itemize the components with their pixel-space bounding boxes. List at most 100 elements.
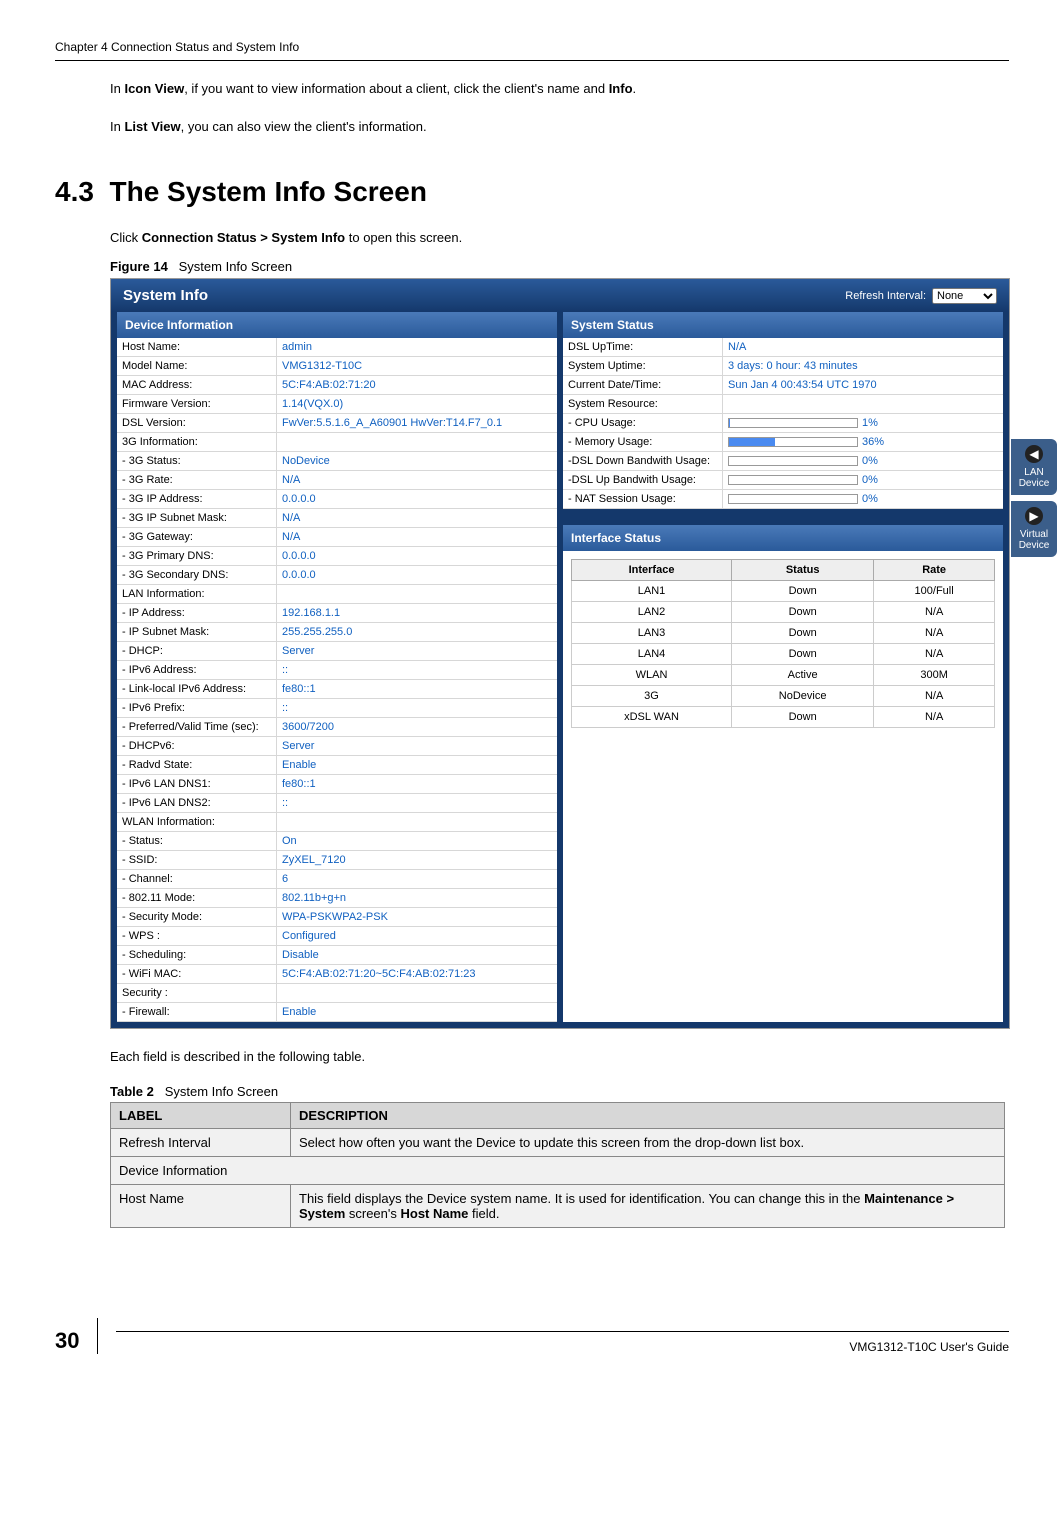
info-row: Model Name:VMG1312-T10C (117, 357, 557, 376)
info-value: 5C:F4:AB:02:71:20~5C:F4:AB:02:71:23 (277, 965, 557, 983)
info-label: - 802.11 Mode: (117, 889, 277, 907)
info-value (277, 585, 557, 603)
table-cell: Down (732, 581, 874, 602)
usage-bar (728, 437, 858, 447)
usage-pct: 0% (862, 455, 878, 467)
system-status-header: System Status (563, 312, 1003, 338)
info-row: LAN Information: (117, 585, 557, 604)
bold: Info (609, 81, 633, 96)
text: . (633, 81, 637, 96)
info-label: - 3G IP Subnet Mask: (117, 509, 277, 527)
info-value: 0.0.0.0 (277, 490, 557, 508)
usage-bar-fill (729, 438, 775, 446)
info-value: Server (277, 737, 557, 755)
device-info-column: Device Information Host Name:adminModel … (117, 312, 557, 1022)
info-row: - 3G Status:NoDevice (117, 452, 557, 471)
label-cell: Host Name (111, 1185, 291, 1228)
info-label: - 3G Gateway: (117, 528, 277, 546)
text: In (110, 119, 124, 134)
tab-lan-device[interactable]: ◀LAN Device (1011, 439, 1057, 495)
callout: Click Connection Status > System Info to… (110, 230, 1009, 245)
tab-virtual-device[interactable]: ▶Virtual Device (1011, 501, 1057, 557)
panel-gap (563, 509, 1003, 525)
info-label: - IPv6 LAN DNS2: (117, 794, 277, 812)
info-value: Sun Jan 4 00:43:54 UTC 1970 (723, 376, 1003, 394)
info-value: :: (277, 699, 557, 717)
text: screen's (345, 1206, 400, 1221)
paragraph-list-view: In List View, you can also view the clie… (110, 117, 1009, 137)
info-value: Configured (277, 927, 557, 945)
info-row: - NAT Session Usage:0% (563, 490, 1003, 509)
table-row: 3GNoDeviceN/A (572, 686, 995, 707)
refresh-interval-select[interactable]: None (932, 288, 997, 304)
table-row: Host Name This field displays the Device… (111, 1185, 1005, 1228)
page-number: 30 (55, 1318, 98, 1354)
usage-pct: 36% (862, 436, 884, 448)
desc-cell: Select how often you want the Device to … (291, 1129, 1005, 1157)
figure-number: Figure 14 (110, 259, 168, 274)
info-value: 6 (277, 870, 557, 888)
col-label: LABEL (111, 1103, 291, 1129)
info-row: - IPv6 LAN DNS2::: (117, 794, 557, 813)
refresh-interval-control: Refresh Interval: None (845, 288, 997, 304)
text: In (110, 81, 124, 96)
info-value: :: (277, 794, 557, 812)
info-row: - Radvd State:Enable (117, 756, 557, 775)
usage-bar-fill (729, 419, 730, 427)
table-cell: N/A (874, 602, 995, 623)
info-label: - DHCP: (117, 642, 277, 660)
info-row: - IPv6 LAN DNS1:fe80::1 (117, 775, 557, 794)
info-label: -DSL Up Bandwith Usage: (563, 471, 723, 489)
info-label: - Scheduling: (117, 946, 277, 964)
info-row: - Scheduling:Disable (117, 946, 557, 965)
info-label: - IPv6 LAN DNS1: (117, 775, 277, 793)
info-value: 255.255.255.0 (277, 623, 557, 641)
table-cell: WLAN (572, 665, 732, 686)
info-row: Host Name:admin (117, 338, 557, 357)
table-row: WLANActive300M (572, 665, 995, 686)
info-row: WLAN Information: (117, 813, 557, 832)
chevron-right-icon: ▶ (1025, 507, 1043, 525)
info-label: - Security Mode: (117, 908, 277, 926)
info-value: VMG1312-T10C (277, 357, 557, 375)
text: to open this screen. (345, 230, 462, 245)
usage-bar (728, 418, 858, 428)
usage-pct: 0% (862, 493, 878, 505)
info-label: System Uptime: (563, 357, 723, 375)
info-value: 5C:F4:AB:02:71:20 (277, 376, 557, 394)
info-row: - 3G Secondary DNS:0.0.0.0 (117, 566, 557, 585)
info-label: - Memory Usage: (563, 433, 723, 451)
info-label: - 3G IP Address: (117, 490, 277, 508)
paragraph-icon-view: In Icon View, if you want to view inform… (110, 79, 1009, 99)
iface-col-interface: Interface (572, 560, 732, 581)
page-footer: 30 VMG1312-T10C User's Guide (55, 1318, 1009, 1354)
table-cell: xDSL WAN (572, 707, 732, 728)
info-value: N/A (277, 471, 557, 489)
info-row: - 3G Rate:N/A (117, 471, 557, 490)
info-row: - WPS :Configured (117, 927, 557, 946)
info-value: :: (277, 661, 557, 679)
table-row: LAN4DownN/A (572, 644, 995, 665)
info-row: - Preferred/Valid Time (sec):3600/7200 (117, 718, 557, 737)
info-row: - CPU Usage:1% (563, 414, 1003, 433)
info-label: Firmware Version: (117, 395, 277, 413)
info-value: NoDevice (277, 452, 557, 470)
info-value: Enable (277, 756, 557, 774)
info-label: - IP Subnet Mask: (117, 623, 277, 641)
interface-status-header: Interface Status (563, 525, 1003, 551)
table-row: xDSL WANDownN/A (572, 707, 995, 728)
table-row: Refresh Interval Select how often you wa… (111, 1129, 1005, 1157)
section-number: 4.3 (55, 176, 94, 207)
section-title: The System Info Screen (110, 176, 427, 207)
iface-col-rate: Rate (874, 560, 995, 581)
info-value (277, 813, 557, 831)
info-value: 0.0.0.0 (277, 547, 557, 565)
header-rule (55, 60, 1009, 61)
info-value: N/A (723, 338, 1003, 356)
info-value: WPA-PSKWPA2-PSK (277, 908, 557, 926)
table-cell: LAN1 (572, 581, 732, 602)
table-cell: Down (732, 644, 874, 665)
info-value: 0% (723, 471, 1003, 489)
text: This field displays the Device system na… (299, 1191, 864, 1206)
window-titlebar: System Info Refresh Interval: None (111, 279, 1009, 312)
